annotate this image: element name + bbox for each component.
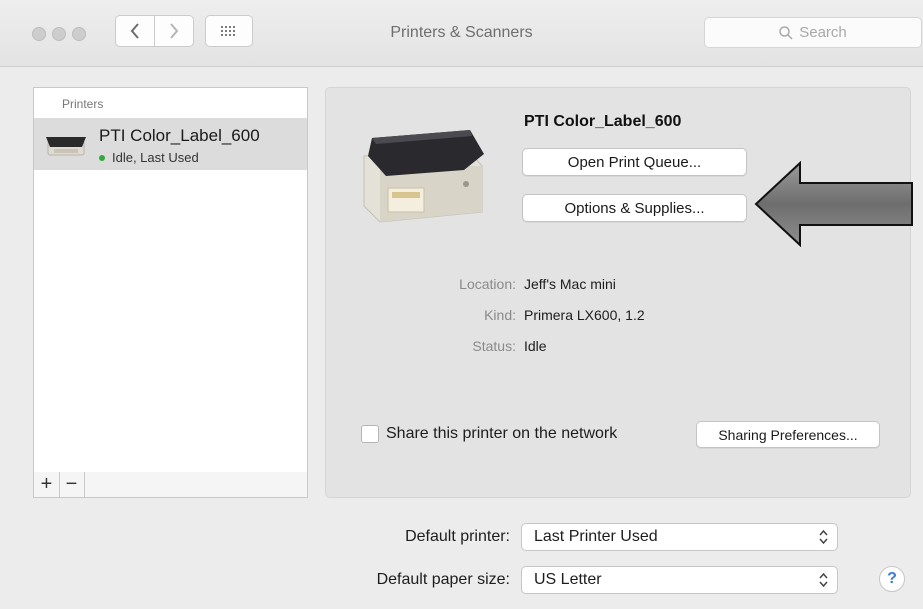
- printer-list: Printers PTI Color_Label_600 Idle, Last …: [33, 87, 308, 473]
- search-input[interactable]: Search: [704, 17, 922, 48]
- title-bar: Printers & Scanners Search: [0, 0, 923, 67]
- kind-value: Primera LX600, 1.2: [524, 307, 645, 323]
- default-paper-size-select[interactable]: US Letter: [521, 566, 838, 594]
- default-printer-label: Default printer:: [405, 528, 510, 545]
- selected-printer-name: PTI Color_Label_600: [524, 113, 682, 130]
- search-placeholder: Search: [799, 24, 847, 41]
- sharing-preferences-button[interactable]: Sharing Preferences...: [696, 421, 880, 448]
- printer-name: PTI Color_Label_600: [99, 126, 260, 145]
- printer-thumbnail-icon: [46, 137, 86, 156]
- kind-label: Kind:: [484, 307, 516, 323]
- location-value: Jeff's Mac mini: [524, 276, 616, 292]
- help-button[interactable]: ?: [879, 566, 905, 592]
- printer-status-text: Idle, Last Used: [112, 150, 199, 165]
- options-supplies-button[interactable]: Options & Supplies...: [522, 194, 747, 222]
- default-paper-size-value: US Letter: [534, 571, 602, 588]
- default-printer-value: Last Printer Used: [534, 528, 658, 545]
- printer-list-item[interactable]: PTI Color_Label_600 Idle, Last Used: [34, 118, 307, 170]
- share-printer-checkbox[interactable]: [361, 425, 379, 443]
- status-label: Status:: [472, 338, 516, 354]
- printer-detail-panel: PTI Color_Label_600 Open Print Queue... …: [325, 87, 913, 498]
- popup-arrows-icon: [819, 572, 828, 588]
- list-controls: + −: [33, 472, 308, 498]
- location-label: Location:: [459, 276, 516, 292]
- search-icon: [779, 25, 793, 40]
- pointer-arrow-icon: [754, 161, 913, 247]
- default-printer-select[interactable]: Last Printer Used: [521, 523, 838, 551]
- share-printer-label[interactable]: Share this printer on the network: [386, 425, 617, 443]
- status-dot-icon: [99, 154, 105, 161]
- remove-printer-button[interactable]: −: [59, 472, 85, 497]
- popup-arrows-icon: [819, 529, 828, 545]
- status-value: Idle: [524, 338, 547, 354]
- printer-status: Idle, Last Used: [99, 150, 199, 165]
- printer-image: [363, 130, 484, 223]
- printer-list-header: Printers: [62, 97, 104, 111]
- add-printer-button[interactable]: +: [34, 472, 60, 497]
- open-print-queue-button[interactable]: Open Print Queue...: [522, 148, 747, 176]
- default-paper-size-label: Default paper size:: [376, 571, 510, 588]
